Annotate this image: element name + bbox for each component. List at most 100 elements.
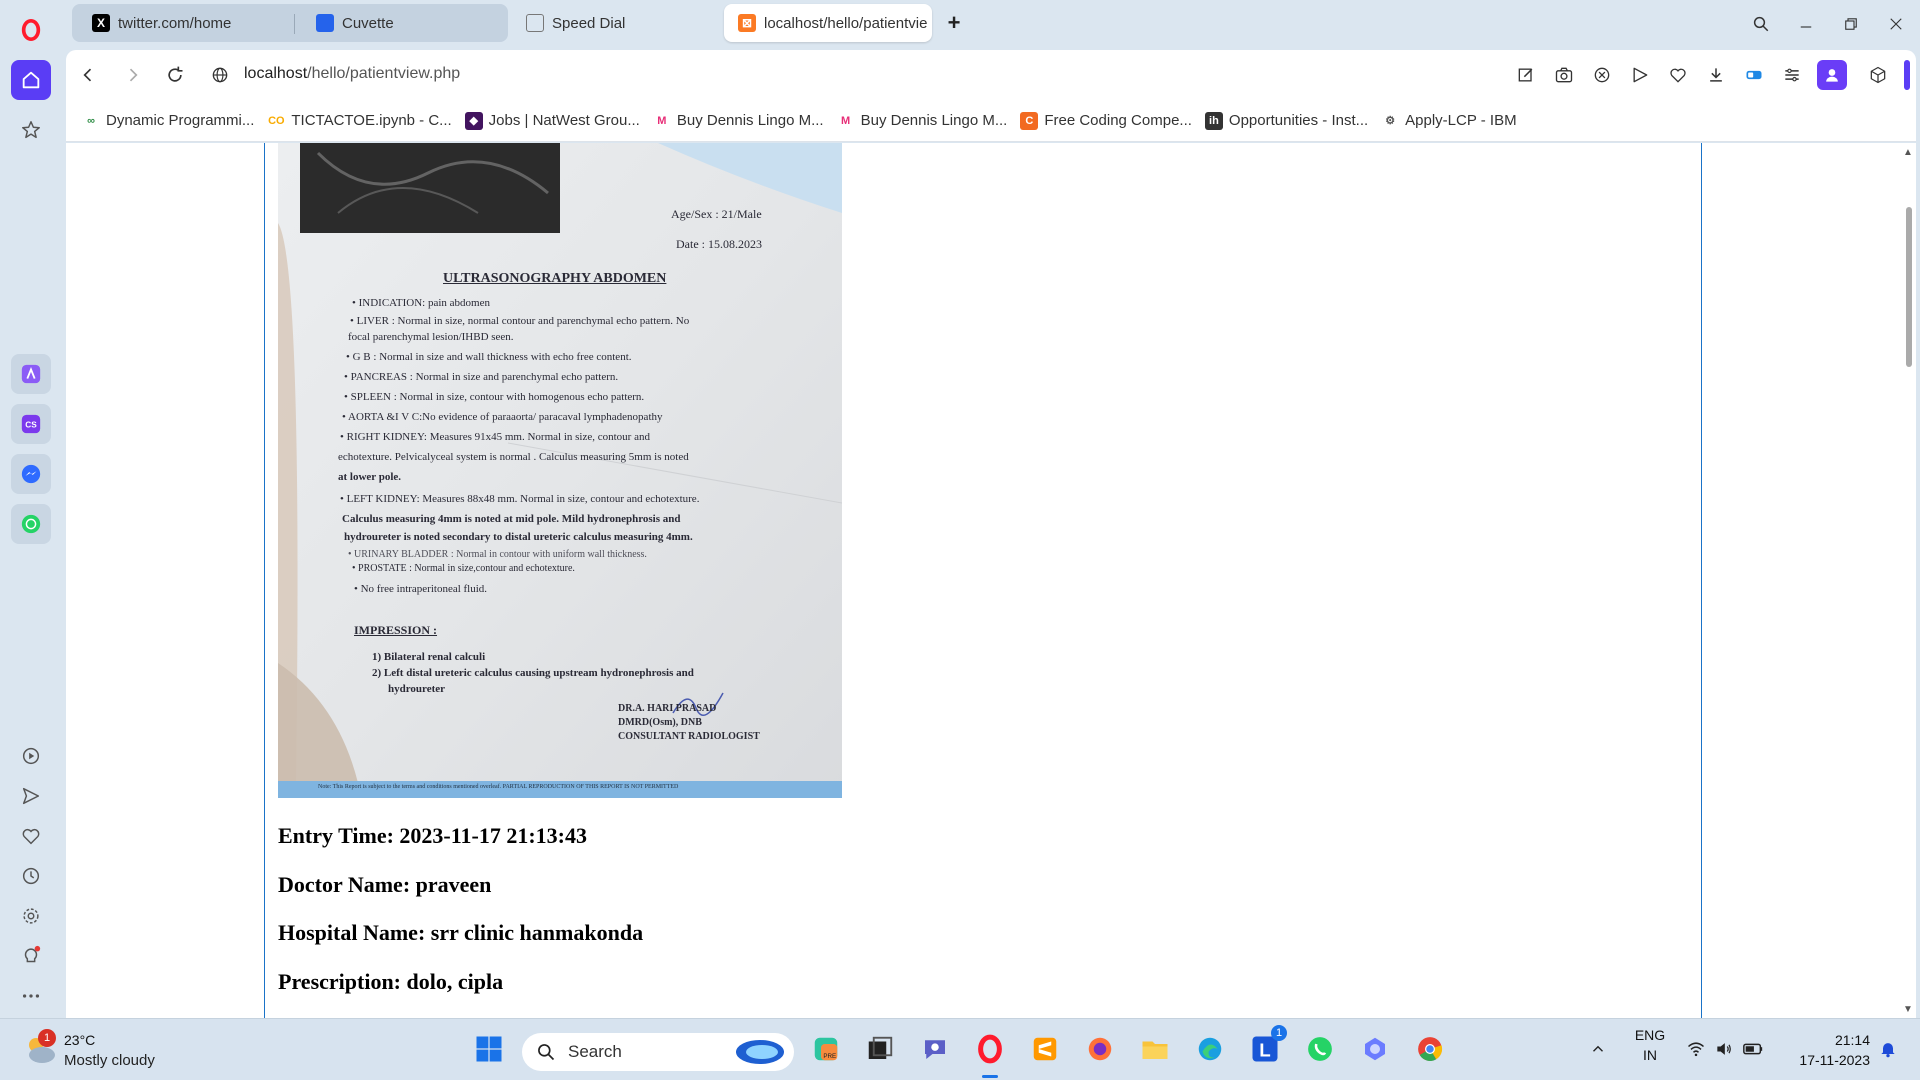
flow-send-icon[interactable]	[1628, 63, 1652, 87]
whatsapp-taskbar-icon[interactable]	[1302, 1031, 1338, 1067]
windows-start-icon[interactable]	[471, 1031, 507, 1067]
profile-avatar-icon[interactable]	[1817, 60, 1847, 90]
tab-label: Cuvette	[342, 14, 394, 32]
clock-date[interactable]: 17-11-2023	[1782, 1052, 1870, 1068]
copilot-icon[interactable]	[1357, 1031, 1393, 1067]
report-document: Age/Sex : 21/Male Date : 15.08.2023 ULTR…	[278, 143, 842, 798]
tab-patientview[interactable]: ⊠ localhost/hello/patientvie	[724, 4, 932, 42]
aria-app-icon[interactable]	[11, 354, 51, 394]
bookmark-item[interactable]: ih Opportunities - Inst...	[1204, 111, 1368, 130]
tab-search-icon[interactable]	[1746, 10, 1776, 38]
notification-bell-icon[interactable]	[1874, 1031, 1902, 1067]
page-scrollbar[interactable]: ▲ ▼	[1900, 143, 1916, 1018]
bookmark-label: TICTACTOE.ipynb - C...	[291, 112, 452, 129]
cuvette-icon	[316, 14, 334, 32]
settings-gear-icon[interactable]	[11, 896, 51, 936]
bookmark-item[interactable]: CO TICTACTOE.ipynb - C...	[267, 112, 452, 130]
bookmark-label: Free Coding Compe...	[1044, 112, 1192, 129]
site-info-globe-icon[interactable]	[208, 63, 232, 87]
extensions-cube-icon[interactable]	[1866, 63, 1890, 87]
patient-details: Entry Time: 2023-11-17 21:13:43 Doctor N…	[278, 823, 643, 1017]
firefox-icon[interactable]	[1082, 1031, 1118, 1067]
tab-twitter[interactable]: X twitter.com/home	[78, 4, 288, 42]
bookmark-item[interactable]: ∞ Dynamic Programmi...	[82, 112, 254, 130]
battery-saver-icon[interactable]	[1742, 63, 1766, 87]
edge-browser-icon[interactable]	[1192, 1031, 1228, 1067]
report-line: • LEFT KIDNEY: Measures 88x48 mm. Normal…	[340, 493, 700, 505]
teams-chat-icon[interactable]	[917, 1031, 953, 1067]
player-icon[interactable]	[11, 736, 51, 776]
weather-widget[interactable]: 1	[22, 1029, 58, 1069]
copilot-preview-icon[interactable]: PRE	[808, 1031, 844, 1067]
tips-lightbulb-icon[interactable]	[11, 936, 51, 976]
bookmark-item[interactable]: C Free Coding Compe...	[1020, 111, 1192, 130]
url-path: /hello/patientview.php	[307, 65, 461, 82]
ih-icon: ih	[1204, 111, 1223, 130]
opera-sidebar: CS	[0, 0, 62, 1018]
forward-icon[interactable]	[121, 63, 145, 87]
restore-icon[interactable]	[1836, 10, 1866, 38]
chrome-icon[interactable]	[1412, 1031, 1448, 1067]
coding-icon: C	[1020, 111, 1039, 130]
opera-taskbar-icon[interactable]	[972, 1031, 1008, 1067]
opera-menu-icon[interactable]	[11, 10, 51, 50]
messenger-app-icon[interactable]	[11, 454, 51, 494]
heart-icon[interactable]	[11, 816, 51, 856]
bookmark-heart-icon[interactable]	[1666, 63, 1690, 87]
address-field[interactable]: localhost/hello/patientview.php	[244, 65, 460, 83]
lingo-app-icon[interactable]: L 1	[1247, 1025, 1287, 1067]
edit-icon[interactable]	[1514, 63, 1538, 87]
bookmark-label: Apply-LCP - IBM	[1405, 112, 1517, 129]
myntra-icon: M	[657, 114, 667, 127]
myntra-icon: M	[841, 114, 851, 127]
snapshot-camera-icon[interactable]	[1552, 63, 1576, 87]
new-tab-button[interactable]: +	[942, 12, 966, 36]
volume-icon[interactable]	[1711, 1031, 1737, 1067]
sublime-text-icon[interactable]	[1027, 1031, 1063, 1067]
close-icon[interactable]	[1881, 10, 1911, 38]
url-host: localhost	[244, 65, 308, 82]
bookmark-item[interactable]: ◆ Jobs | NatWest Grou...	[464, 111, 640, 130]
impression-heading: IMPRESSION :	[354, 623, 438, 637]
bookmark-item[interactable]: M Buy Dennis Lingo M...	[653, 112, 823, 130]
bookmark-item[interactable]: ⚙ Apply-LCP - IBM	[1381, 112, 1516, 130]
minimize-icon[interactable]	[1791, 10, 1821, 38]
whatsapp-app-icon[interactable]	[11, 504, 51, 544]
chatgpt-cs-app-icon[interactable]: CS	[11, 404, 51, 444]
report-line: • No free intraperitoneal fluid.	[354, 583, 488, 595]
report-line: focal parenchymal lesion/IHBD seen.	[348, 331, 514, 343]
sidebar-toggle-indicator[interactable]	[1904, 60, 1910, 90]
easy-setup-icon[interactable]	[1780, 63, 1804, 87]
bookmark-item[interactable]: M Buy Dennis Lingo M...	[837, 112, 1007, 130]
wifi-icon[interactable]	[1683, 1031, 1709, 1067]
taskbar-search-input[interactable]: Search	[522, 1033, 794, 1071]
task-view-icon[interactable]	[862, 1031, 898, 1067]
tab-label: Speed Dial	[552, 14, 626, 32]
report-line: echotexture. Pelvicalyceal system is nor…	[338, 451, 689, 463]
send-icon[interactable]	[11, 776, 51, 816]
report-line: • G B : Normal in size and wall thicknes…	[346, 351, 632, 363]
more-options-icon[interactable]	[11, 976, 51, 1016]
show-hidden-icons-chevron-icon[interactable]	[1583, 1031, 1613, 1067]
x-icon: X	[92, 14, 110, 32]
history-icon[interactable]	[11, 856, 51, 896]
battery-icon[interactable]	[1739, 1031, 1767, 1067]
reload-icon[interactable]	[163, 63, 187, 87]
download-icon[interactable]	[1704, 63, 1728, 87]
adblock-icon[interactable]	[1590, 63, 1614, 87]
scroll-down-icon[interactable]: ▼	[1903, 1004, 1913, 1015]
signatory-line: DR.A. HARI PRASAD	[618, 703, 717, 714]
file-explorer-icon[interactable]	[1137, 1031, 1173, 1067]
report-line: • AORTA &I V C:No evidence of paraaorta/…	[342, 411, 663, 423]
tab-cuvette[interactable]: Cuvette	[302, 4, 502, 42]
report-line: • PROSTATE : Normal in size,contour and …	[352, 563, 575, 574]
scroll-up-icon[interactable]: ▲	[1903, 147, 1913, 158]
pinboard-star-icon[interactable]	[11, 110, 51, 150]
report-age-sex: Age/Sex : 21/Male	[671, 207, 762, 221]
clock-time[interactable]: 21:14	[1782, 1032, 1870, 1048]
scroll-thumb[interactable]	[1906, 207, 1912, 367]
back-icon[interactable]	[76, 63, 100, 87]
input-language[interactable]: ENG	[1630, 1027, 1670, 1043]
input-region[interactable]: IN	[1630, 1047, 1670, 1063]
home-icon[interactable]	[11, 60, 51, 100]
